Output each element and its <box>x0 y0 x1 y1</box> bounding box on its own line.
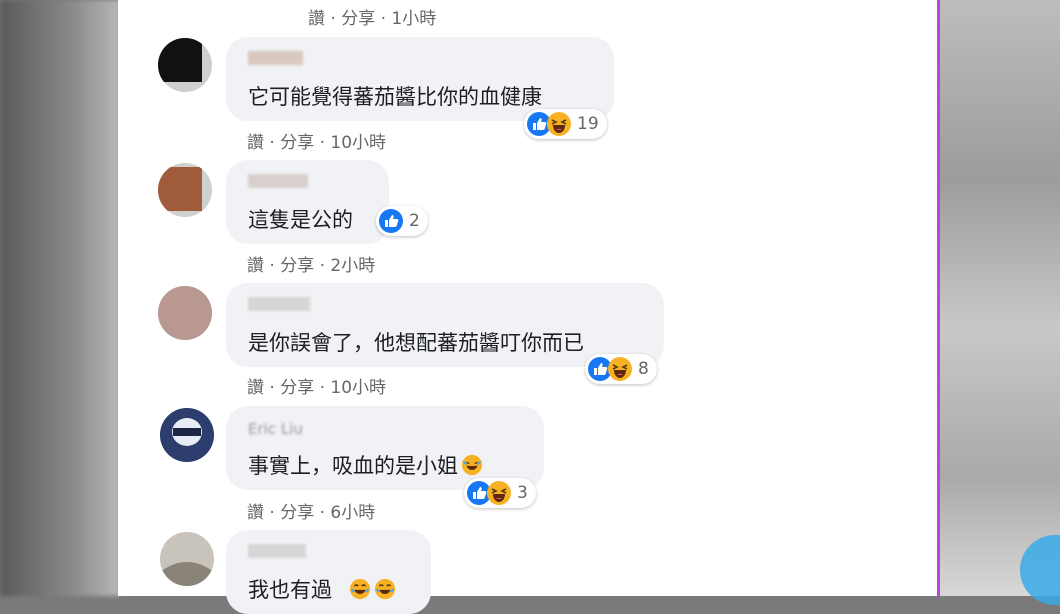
comment-actions: 讚 · 分享 · 1小時 <box>308 9 437 29</box>
avatar-image <box>158 38 202 82</box>
haha-icon <box>608 357 632 381</box>
comment-text: 它可能覺得蕃茄醬比你的血健康 <box>248 85 542 109</box>
comment-text: 是你誤會了，他想配蕃茄醬叮你而已 <box>248 331 584 355</box>
comment-text: 我也有過 <box>248 574 396 604</box>
like-icon <box>379 209 403 233</box>
rolling-laughing-emoji-icon <box>461 454 483 476</box>
comment-actions: 讚 · 分享 · 2小時 <box>247 256 376 276</box>
comment-author[interactable] <box>248 174 308 188</box>
avatar-image <box>158 286 212 340</box>
tears-of-joy-emoji-icon <box>374 578 395 600</box>
reaction-count: 8 <box>638 359 649 379</box>
comment-author[interactable] <box>248 297 310 311</box>
comment-bubble: 我也有過 <box>226 530 431 614</box>
comment-text-content: 事實上，吸血的是小姐 <box>248 454 458 478</box>
panel-edge-line <box>937 0 939 596</box>
haha-icon <box>487 481 511 505</box>
comment-author[interactable]: Eric Liu <box>248 420 303 438</box>
reaction-summary[interactable]: 3 <box>464 478 536 508</box>
comment-actions: 讚 · 分享 · 10小時 <box>247 378 387 398</box>
comment-actions: 讚 · 分享 · 10小時 <box>247 133 387 153</box>
video-background-right <box>940 0 1060 596</box>
comment-text-content: 我也有過 <box>248 578 332 602</box>
avatar[interactable] <box>158 38 212 92</box>
avatar-image <box>160 408 214 462</box>
reaction-count: 19 <box>577 114 599 134</box>
comment-bubble: 這隻是公的 <box>226 160 389 244</box>
comment-author[interactable] <box>248 51 303 65</box>
reaction-count: 2 <box>409 211 420 231</box>
reaction-summary[interactable]: 19 <box>524 109 607 139</box>
haha-icon <box>547 112 571 136</box>
avatar[interactable] <box>158 163 212 217</box>
reaction-summary[interactable]: 2 <box>376 206 428 236</box>
avatar-image <box>158 167 202 211</box>
comment-text: 事實上，吸血的是小姐 <box>248 450 483 480</box>
comment-author[interactable] <box>248 544 306 558</box>
video-background-left <box>0 0 120 596</box>
avatar-image <box>160 532 214 586</box>
avatar[interactable] <box>158 286 212 340</box>
tears-of-joy-emoji-icon <box>349 578 370 600</box>
reaction-count: 3 <box>517 483 528 503</box>
comment-actions: 讚 · 分享 · 6小時 <box>247 503 376 523</box>
avatar[interactable] <box>160 408 214 462</box>
avatar[interactable] <box>160 532 214 586</box>
reaction-summary[interactable]: 8 <box>585 354 657 384</box>
comment-text: 這隻是公的 <box>248 208 353 232</box>
